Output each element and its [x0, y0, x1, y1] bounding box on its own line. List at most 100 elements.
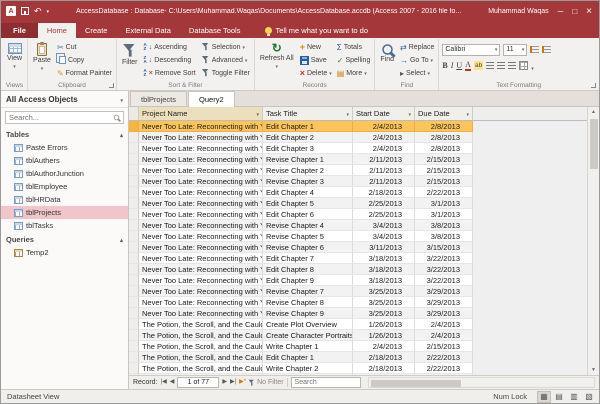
cell-start-date[interactable]: 2/25/2013	[353, 209, 415, 220]
italic-button[interactable]	[451, 61, 454, 71]
ribbon-tab-database-tools[interactable]: Database Tools	[180, 23, 250, 38]
cell-due-date[interactable]: 3/22/2013	[415, 264, 473, 275]
ribbon-tab-file[interactable]: File	[1, 23, 38, 38]
minimize-button[interactable]	[558, 7, 564, 16]
cell-due-date[interactable]: 3/29/2013	[415, 308, 473, 319]
table-row[interactable]: Never Too Late: Reconnecting with You Edi…	[129, 209, 587, 220]
size-dropdown-icon[interactable]	[522, 46, 525, 53]
totals-button[interactable]: Totals	[336, 41, 372, 53]
align-center-icon[interactable]	[497, 62, 506, 69]
scrollbar-thumb[interactable]	[589, 119, 598, 169]
toggle-filter-button[interactable]: Toggle Filter	[200, 67, 251, 79]
cell-start-date[interactable]: 3/18/2013	[353, 264, 415, 275]
vertical-scrollbar[interactable]	[587, 107, 599, 375]
table-row[interactable]: Never Too Late: Reconnecting with You Rev…	[129, 286, 587, 297]
cell-start-date[interactable]: 2/4/2013	[353, 121, 415, 132]
cell-task-title[interactable]: Edit Chapter 7	[263, 253, 353, 264]
cut-button[interactable]: Cut	[56, 41, 113, 53]
text-formatting-dialog-launcher-icon[interactable]	[591, 83, 596, 88]
selection-button[interactable]: Selection	[200, 41, 251, 53]
cell-due-date[interactable]: 2/4/2013	[415, 319, 473, 330]
nav-group-header-tables[interactable]: Tables	[1, 127, 128, 141]
underline-button[interactable]	[456, 61, 462, 71]
clipboard-dialog-launcher-icon[interactable]	[108, 83, 114, 88]
row-selector[interactable]	[129, 275, 139, 286]
cell-due-date[interactable]: 2/22/2013	[415, 363, 473, 374]
cell-due-date[interactable]: 3/8/2013	[415, 231, 473, 242]
cell-task-title[interactable]: Revise Chapter 7	[263, 286, 353, 297]
bullets-icon[interactable]	[530, 46, 540, 53]
cell-due-date[interactable]: 2/15/2013	[415, 154, 473, 165]
descending-button[interactable]: Descending	[143, 54, 197, 66]
cell-task-title[interactable]: Revise Chapter 1	[263, 154, 353, 165]
cell-due-date[interactable]: 3/29/2013	[415, 297, 473, 308]
cell-project-name[interactable]: The Potion, the Scroll, and the Cauldron	[139, 363, 263, 374]
row-selector[interactable]	[129, 220, 139, 231]
cell-due-date[interactable]: 2/22/2013	[415, 187, 473, 198]
cell-task-title[interactable]: Edit Chapter 9	[263, 275, 353, 286]
more-button[interactable]: More	[336, 67, 372, 79]
row-selector[interactable]	[129, 308, 139, 319]
row-selector[interactable]	[129, 198, 139, 209]
delete-button[interactable]: Delete	[299, 67, 333, 79]
cell-project-name[interactable]: Never Too Late: Reconnecting with You	[139, 209, 263, 220]
cell-due-date[interactable]: 2/15/2013	[415, 165, 473, 176]
table-row[interactable]: Never Too Late: Reconnecting with You Edi…	[129, 253, 587, 264]
ribbon-tab-external-data[interactable]: External Data	[116, 23, 179, 38]
cell-due-date[interactable]: 2/8/2013	[415, 143, 473, 154]
table-row[interactable]: The Potion, the Scroll, and the Cauldron…	[129, 352, 587, 363]
ribbon-tab-home[interactable]: Home	[37, 23, 76, 38]
undo-icon[interactable]	[34, 6, 42, 17]
table-row[interactable]: Never Too Late: Reconnecting with You Rev…	[129, 231, 587, 242]
cell-start-date[interactable]: 2/11/2013	[353, 165, 415, 176]
table-row[interactable]: Never Too Late: Reconnecting with You Rev…	[129, 308, 587, 319]
collapse-group-icon[interactable]	[120, 130, 123, 139]
new-record-button[interactable]: New	[299, 41, 333, 53]
cell-due-date[interactable]: 2/15/2013	[415, 341, 473, 352]
row-selector[interactable]	[129, 154, 139, 165]
column-dropdown-icon[interactable]	[408, 109, 411, 118]
row-selector[interactable]	[129, 330, 139, 341]
signed-in-user[interactable]: Muhammad Waqas	[488, 8, 548, 15]
cell-project-name[interactable]: Never Too Late: Reconnecting with You	[139, 308, 263, 319]
filter-button[interactable]: Filter	[120, 41, 140, 79]
cell-task-title[interactable]: Revise Chapter 6	[263, 242, 353, 253]
table-row[interactable]: Never Too Late: Reconnecting with You Edi…	[129, 132, 587, 143]
cell-task-title[interactable]: Create Plot Overview	[263, 319, 353, 330]
cell-project-name[interactable]: The Potion, the Scroll, and the Cauldron	[139, 352, 263, 363]
cell-start-date[interactable]: 3/25/2013	[353, 297, 415, 308]
cell-due-date[interactable]: 3/22/2013	[415, 275, 473, 286]
cell-start-date[interactable]: 2/4/2013	[353, 143, 415, 154]
cell-task-title[interactable]: Create Character Portraits	[263, 330, 353, 341]
refresh-dropdown-icon[interactable]	[276, 63, 279, 70]
cell-project-name[interactable]: Never Too Late: Reconnecting with You	[139, 176, 263, 187]
nav-search-box[interactable]	[5, 111, 124, 124]
cell-start-date[interactable]: 2/4/2013	[353, 132, 415, 143]
paste-dropdown-icon[interactable]	[41, 65, 44, 72]
column-header-start-date[interactable]: Start Date	[353, 107, 415, 121]
cell-task-title[interactable]: Edit Chapter 6	[263, 209, 353, 220]
cell-due-date[interactable]: 3/1/2013	[415, 209, 473, 220]
cell-task-title[interactable]: Edit Chapter 8	[263, 264, 353, 275]
previous-record-button[interactable]	[170, 379, 175, 386]
nav-item-tbltasks[interactable]: tblTasks	[1, 219, 128, 232]
cell-due-date[interactable]: 3/22/2013	[415, 253, 473, 264]
cell-task-title[interactable]: Edit Chapter 5	[263, 198, 353, 209]
save-record-button[interactable]: Save	[299, 54, 333, 66]
cell-start-date[interactable]: 2/11/2013	[353, 154, 415, 165]
cell-project-name[interactable]: Never Too Late: Reconnecting with You	[139, 264, 263, 275]
row-selector[interactable]	[129, 374, 139, 375]
font-name-combo[interactable]: Calibri	[442, 43, 501, 56]
cell-start-date[interactable]: 2/18/2013	[353, 187, 415, 198]
cell-start-date[interactable]: 1/26/2013	[353, 330, 415, 341]
column-header-task-title[interactable]: Task Title	[263, 107, 353, 121]
document-tab-tblprojects[interactable]: tblProjects	[130, 91, 188, 106]
table-row[interactable]: Never Too Late: Reconnecting with You Rev…	[129, 176, 587, 187]
cell-project-name[interactable]: Never Too Late: Reconnecting with You	[139, 220, 263, 231]
cell-project-name[interactable]: Never Too Late: Reconnecting with You	[139, 154, 263, 165]
cell-start-date[interactable]: 2/11/2013	[353, 176, 415, 187]
collapse-group-icon[interactable]	[120, 235, 123, 244]
advanced-button[interactable]: Advanced	[200, 54, 251, 66]
cell-project-name[interactable]: The Potion, the Scroll, and the Cauldron	[139, 319, 263, 330]
customize-qat-icon[interactable]	[47, 8, 50, 15]
